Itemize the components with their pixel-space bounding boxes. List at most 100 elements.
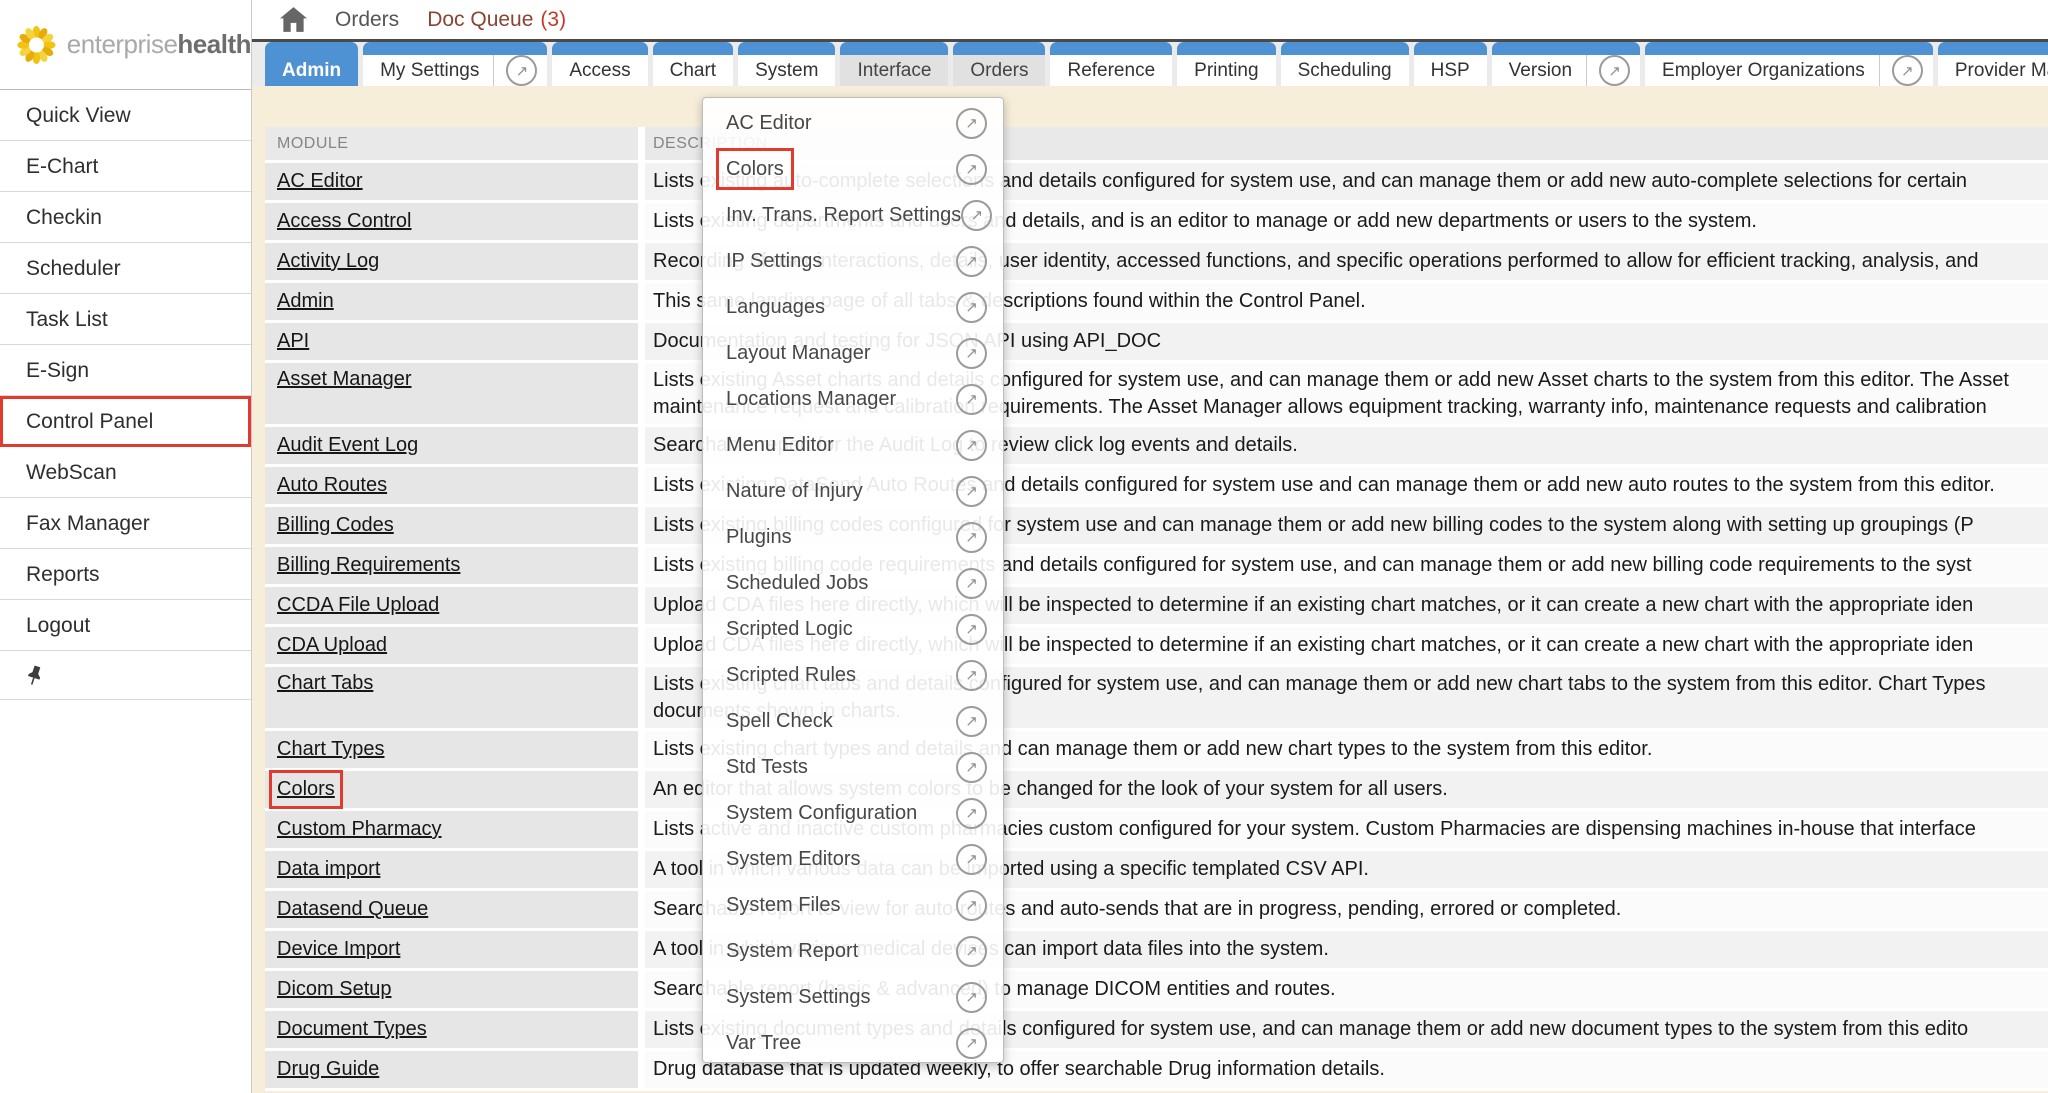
tab-reference[interactable]: Reference — [1050, 42, 1172, 86]
sidebar-item-logout[interactable]: Logout — [0, 600, 251, 651]
tab-admin[interactable]: Admin — [265, 42, 358, 86]
tab-version[interactable]: Version↗ — [1492, 42, 1640, 86]
popout-icon[interactable]: ↗ — [956, 568, 987, 599]
module-link-device-import[interactable]: Device Import — [277, 938, 400, 961]
system-menu-item-system-report[interactable]: System Report↗ — [703, 928, 1003, 974]
module-link-auto-routes[interactable]: Auto Routes — [277, 474, 387, 497]
module-link-drug-guide[interactable]: Drug Guide — [277, 1058, 379, 1081]
popout-icon[interactable]: ↗ — [956, 660, 987, 691]
system-menu-item-system-editors[interactable]: System Editors↗ — [703, 836, 1003, 882]
popout-icon[interactable]: ↗ — [956, 430, 987, 461]
sidebar-item-scheduler[interactable]: Scheduler — [0, 243, 251, 294]
sidebar-item-checkin[interactable]: Checkin — [0, 192, 251, 243]
popout-icon[interactable]: ↗ — [956, 108, 987, 139]
popout-icon[interactable]: ↗ — [956, 154, 987, 185]
system-menu-item-system-settings[interactable]: System Settings↗ — [703, 974, 1003, 1020]
tab-printing[interactable]: Printing — [1177, 42, 1275, 86]
tab-provider-management[interactable]: Provider Management↗ — [1938, 42, 2048, 86]
module-link-dicom-setup[interactable]: Dicom Setup — [277, 978, 392, 1001]
popout-icon[interactable]: ↗ — [956, 798, 987, 829]
system-menu-item-scripted-logic[interactable]: Scripted Logic↗ — [703, 606, 1003, 652]
tab-chart[interactable]: Chart — [653, 42, 733, 86]
popout-icon[interactable]: ↗ — [961, 200, 992, 231]
popout-icon[interactable]: ↗ — [956, 476, 987, 507]
module-link-chart-types[interactable]: Chart Types — [277, 738, 384, 761]
module-link-api[interactable]: API — [277, 330, 309, 353]
popout-icon[interactable]: ↗ — [956, 844, 987, 875]
tab-label: Chart — [670, 60, 716, 82]
popout-icon[interactable]: ↗ — [956, 246, 987, 277]
system-menu-item-spell-check[interactable]: Spell Check↗ — [703, 698, 1003, 744]
sidebar-item-e-sign[interactable]: E-Sign — [0, 345, 251, 396]
sidebar-item-task-list[interactable]: Task List — [0, 294, 251, 345]
breadcrumb-doc-queue[interactable]: Doc Queue — [427, 8, 533, 32]
popout-icon[interactable]: ↗ — [956, 338, 987, 369]
module-link-access-control[interactable]: Access Control — [277, 210, 412, 233]
popout-icon[interactable]: ↗ — [956, 1028, 987, 1059]
sidebar-item-webscan[interactable]: WebScan — [0, 447, 251, 498]
module-link-data-import[interactable]: Data import — [277, 858, 380, 881]
popout-icon[interactable]: ↗ — [956, 890, 987, 921]
system-menu-item-system-configuration[interactable]: System Configuration↗ — [703, 790, 1003, 836]
module-link-ccda-file-upload[interactable]: CCDA File Upload — [277, 594, 439, 617]
module-link-billing-requirements[interactable]: Billing Requirements — [277, 554, 460, 577]
tab-system[interactable]: System — [738, 42, 835, 86]
system-menu-item-layout-manager[interactable]: Layout Manager↗ — [703, 330, 1003, 376]
tab-my-settings[interactable]: My Settings↗ — [363, 42, 547, 86]
system-menu-item-locations-manager[interactable]: Locations Manager↗ — [703, 376, 1003, 422]
tab-access[interactable]: Access — [552, 42, 647, 86]
system-menu-item-languages[interactable]: Languages↗ — [703, 284, 1003, 330]
table-row-activity-log: Activity LogRecording of user interactio… — [265, 243, 2048, 280]
sidebar-item-e-chart[interactable]: E-Chart — [0, 141, 251, 192]
system-menu-item-inv-trans-report-settings[interactable]: Inv. Trans. Report Settings↗ — [703, 192, 1003, 238]
tab-interface[interactable]: Interface — [840, 42, 948, 86]
module-link-custom-pharmacy[interactable]: Custom Pharmacy — [277, 818, 442, 841]
module-link-ac-editor[interactable]: AC Editor — [277, 170, 363, 193]
sidebar-item-control-panel[interactable]: Control Panel — [0, 396, 251, 447]
sidebar-item-reports[interactable]: Reports — [0, 549, 251, 600]
sidebar-item-fax-manager[interactable]: Fax Manager — [0, 498, 251, 549]
tab-employer-organizations[interactable]: Employer Organizations↗ — [1645, 42, 1933, 86]
breadcrumb-orders[interactable]: Orders — [335, 8, 399, 32]
module-link-chart-tabs[interactable]: Chart Tabs — [277, 672, 373, 695]
popout-icon[interactable]: ↗ — [956, 936, 987, 967]
module-link-document-types[interactable]: Document Types — [277, 1018, 427, 1041]
system-menu-item-ip-settings[interactable]: IP Settings↗ — [703, 238, 1003, 284]
system-menu-item-scripted-rules[interactable]: Scripted Rules↗ — [703, 652, 1003, 698]
system-menu-item-plugins[interactable]: Plugins↗ — [703, 514, 1003, 560]
popout-icon[interactable]: ↗ — [1599, 55, 1630, 86]
popout-icon[interactable]: ↗ — [956, 752, 987, 783]
module-link-billing-codes[interactable]: Billing Codes — [277, 514, 394, 537]
system-menu-item-scheduled-jobs[interactable]: Scheduled Jobs↗ — [703, 560, 1003, 606]
system-menu-item-std-tests[interactable]: Std Tests↗ — [703, 744, 1003, 790]
tab-hsp[interactable]: HSP — [1414, 42, 1487, 86]
system-menu-item-colors[interactable]: Colors↗ — [703, 146, 1003, 192]
sidebar-item-quick-view[interactable]: Quick View — [0, 90, 251, 141]
tab-top-bar — [653, 42, 733, 55]
popout-icon[interactable]: ↗ — [956, 292, 987, 323]
module-link-activity-log[interactable]: Activity Log — [277, 250, 379, 273]
tab-orders[interactable]: Orders — [953, 42, 1045, 86]
menu-item-label: Layout Manager — [726, 342, 956, 365]
module-link-asset-manager[interactable]: Asset Manager — [277, 368, 412, 391]
module-link-datasend-queue[interactable]: Datasend Queue — [277, 898, 428, 921]
system-menu-item-nature-of-injury[interactable]: Nature of Injury↗ — [703, 468, 1003, 514]
module-link-cda-upload[interactable]: CDA Upload — [277, 634, 387, 657]
module-link-admin[interactable]: Admin — [277, 290, 334, 313]
module-link-audit-event-log[interactable]: Audit Event Log — [277, 434, 418, 457]
home-icon[interactable] — [280, 7, 307, 32]
popout-icon[interactable]: ↗ — [1892, 55, 1923, 86]
system-menu-item-ac-editor[interactable]: AC Editor↗ — [703, 100, 1003, 146]
popout-icon[interactable]: ↗ — [956, 384, 987, 415]
popout-icon[interactable]: ↗ — [956, 614, 987, 645]
popout-icon[interactable]: ↗ — [506, 55, 537, 86]
popout-icon[interactable]: ↗ — [956, 522, 987, 553]
system-menu-item-system-files[interactable]: System Files↗ — [703, 882, 1003, 928]
popout-icon[interactable]: ↗ — [956, 706, 987, 737]
system-menu-item-var-tree[interactable]: Var Tree↗ — [703, 1020, 1003, 1066]
popout-icon[interactable]: ↗ — [956, 982, 987, 1013]
tab-scheduling[interactable]: Scheduling — [1281, 42, 1409, 86]
module-link-colors[interactable]: Colors — [277, 778, 335, 801]
sidebar-pin-row[interactable] — [0, 651, 251, 700]
system-menu-item-menu-editor[interactable]: Menu Editor↗ — [703, 422, 1003, 468]
